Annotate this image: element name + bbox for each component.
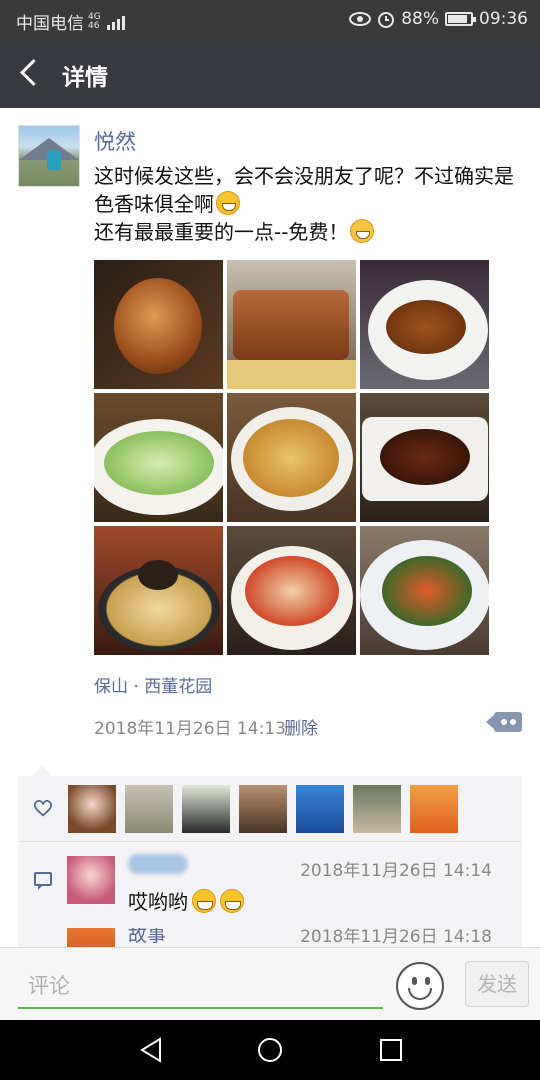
photo-sliced-roast-meat[interactable]	[227, 260, 356, 389]
photo-chili-fish[interactable]	[227, 526, 356, 655]
delete-button[interactable]: 删除	[284, 714, 318, 739]
author-name[interactable]: 悦然	[94, 126, 136, 156]
nav-back-icon[interactable]	[138, 1037, 164, 1063]
grin-emoji-icon	[220, 889, 244, 913]
system-nav-bar	[0, 1020, 540, 1080]
battery-icon	[445, 12, 476, 26]
network-type-icon: 4G 46	[88, 11, 101, 31]
heart-icon	[34, 800, 52, 817]
commenter-name[interactable]	[128, 854, 188, 874]
comment-text: 哎哟哟	[128, 886, 244, 915]
grin-emoji-icon	[192, 889, 216, 913]
photo-stir-fried-pork[interactable]	[360, 393, 489, 522]
comment-item[interactable]: 2018年11月26日 14:14 哎哟哟	[18, 842, 522, 928]
carrier-label: 中国电信	[16, 14, 84, 34]
photo-roast-duck[interactable]	[94, 260, 223, 389]
comment-item[interactable]: 故事 2018年11月26日 14:18	[18, 928, 522, 948]
post-text: 这时候发这些，会不会没朋友了呢？不过确实是色香味俱全啊 还有最最重要的一点--免…	[94, 162, 524, 246]
nav-home-icon[interactable]	[257, 1037, 283, 1063]
post-datetime: 2018年11月26日 14:13	[94, 719, 286, 739]
like-avatar[interactable]	[353, 785, 401, 833]
comment-time: 2018年11月26日 14:14	[300, 861, 492, 881]
commenter-avatar[interactable]	[67, 856, 115, 904]
location-link[interactable]: 保山 · 西董花园	[94, 672, 212, 697]
eye-icon	[349, 12, 372, 26]
moment-post: 悦然 这时候发这些，会不会没朋友了呢？不过确实是色香味俱全啊 还有最最重要的一点…	[0, 108, 540, 948]
interactions-panel: 2018年11月26日 14:14 哎哟哟 故事 2018年11月26日 14:…	[18, 766, 522, 948]
comment-input[interactable]	[18, 965, 383, 1009]
photo-stir-fried-vegetables[interactable]	[227, 393, 356, 522]
comment-more-icon[interactable]	[486, 712, 522, 732]
post-text-line1: 这时候发这些，会不会没朋友了呢？不过确实是色香味俱全啊	[94, 164, 514, 216]
like-avatar[interactable]	[296, 785, 344, 833]
battery-percent: 88%	[401, 9, 439, 29]
smiley-icon[interactable]	[396, 962, 444, 1010]
author-avatar[interactable]	[18, 125, 80, 187]
clock: 09:36	[479, 9, 528, 29]
thinking-emoji-icon	[350, 219, 375, 243]
photo-chili-stir-fry[interactable]	[360, 526, 489, 655]
send-button[interactable]: 发送	[465, 961, 529, 1007]
like-avatar[interactable]	[182, 785, 230, 833]
commenter-avatar[interactable]	[67, 928, 115, 948]
photo-hot-pot-rice[interactable]	[94, 526, 223, 655]
post-text-line2: 还有最最重要的一点--免费！	[94, 220, 349, 244]
alarm-icon	[378, 12, 395, 28]
page-title: 详情	[62, 65, 108, 91]
photo-braised-duck[interactable]	[360, 260, 489, 389]
photo-cucumber-salad[interactable]	[94, 393, 223, 522]
title-bar: 详情	[0, 38, 540, 108]
likes-row	[18, 776, 522, 842]
comment-time: 2018年11月26日 14:18	[300, 928, 492, 947]
comment-icon	[34, 872, 52, 890]
signal-icon	[106, 14, 125, 30]
comment-compose-bar: 发送	[0, 947, 540, 1020]
back-button[interactable]	[14, 54, 50, 92]
like-avatar[interactable]	[239, 785, 287, 833]
like-avatar[interactable]	[68, 785, 116, 833]
like-avatar[interactable]	[410, 785, 458, 833]
grin-emoji-icon	[216, 191, 240, 215]
nav-recent-icon[interactable]	[378, 1037, 404, 1063]
like-avatar[interactable]	[125, 785, 173, 833]
status-bar: 中国电信 4G 46 88% 09:36	[0, 0, 540, 38]
commenter-name[interactable]: 故事	[128, 928, 166, 947]
photo-grid	[94, 260, 490, 655]
